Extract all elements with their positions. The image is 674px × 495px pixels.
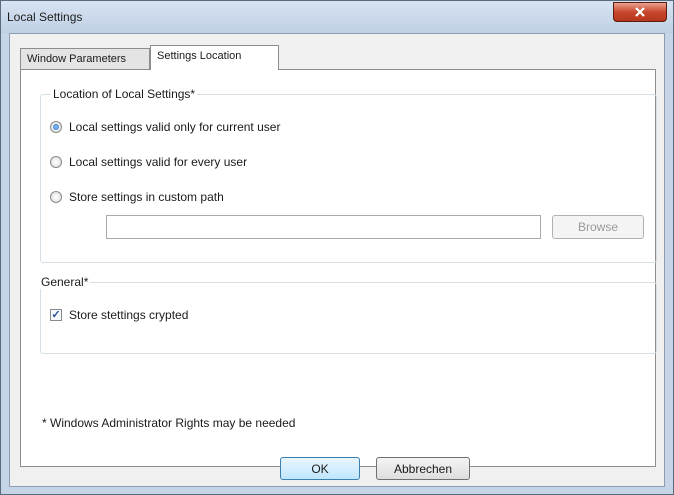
option-custom-path-label: Store settings in custom path [69, 190, 224, 204]
radio-custom-path[interactable] [50, 191, 62, 203]
dialog-window: Local Settings Window Parameters Setting… [0, 0, 674, 495]
option-every-user-label: Local settings valid for every user [69, 155, 248, 169]
custom-path-input[interactable] [106, 215, 541, 239]
title-bar[interactable]: Local Settings [1, 1, 673, 33]
location-group-legend: Location of Local Settings* [51, 87, 198, 101]
store-crypted-label: Store stettings crypted [69, 308, 189, 322]
tab-panel-settings-location: Location of Local Settings* Local settin… [20, 69, 657, 467]
tab-settings-location[interactable]: Settings Location [150, 45, 279, 70]
general-group-legend: General* [39, 275, 91, 289]
option-current-user[interactable]: Local settings valid only for current us… [50, 120, 280, 134]
tab-window-parameters[interactable]: Window Parameters [20, 48, 150, 70]
option-current-user-label: Local settings valid only for current us… [69, 120, 281, 134]
radio-every-user[interactable] [50, 156, 62, 168]
admin-rights-note: * Windows Administrator Rights may be ne… [42, 416, 296, 430]
store-crypted-checkbox[interactable]: ✓ [50, 309, 62, 321]
store-crypted-option[interactable]: ✓ Store stettings crypted [50, 308, 188, 322]
dialog-client: Window Parameters Settings Location Loca… [9, 33, 665, 487]
window-title: Local Settings [7, 10, 83, 24]
option-every-user[interactable]: Local settings valid for every user [50, 155, 247, 169]
ok-button[interactable]: OK [280, 457, 360, 480]
close-button[interactable] [613, 2, 667, 22]
radio-current-user[interactable] [50, 121, 62, 133]
close-icon [635, 7, 645, 17]
option-custom-path[interactable]: Store settings in custom path [50, 190, 224, 204]
cancel-button[interactable]: Abbrechen [376, 457, 470, 480]
browse-button[interactable]: Browse [552, 215, 644, 239]
